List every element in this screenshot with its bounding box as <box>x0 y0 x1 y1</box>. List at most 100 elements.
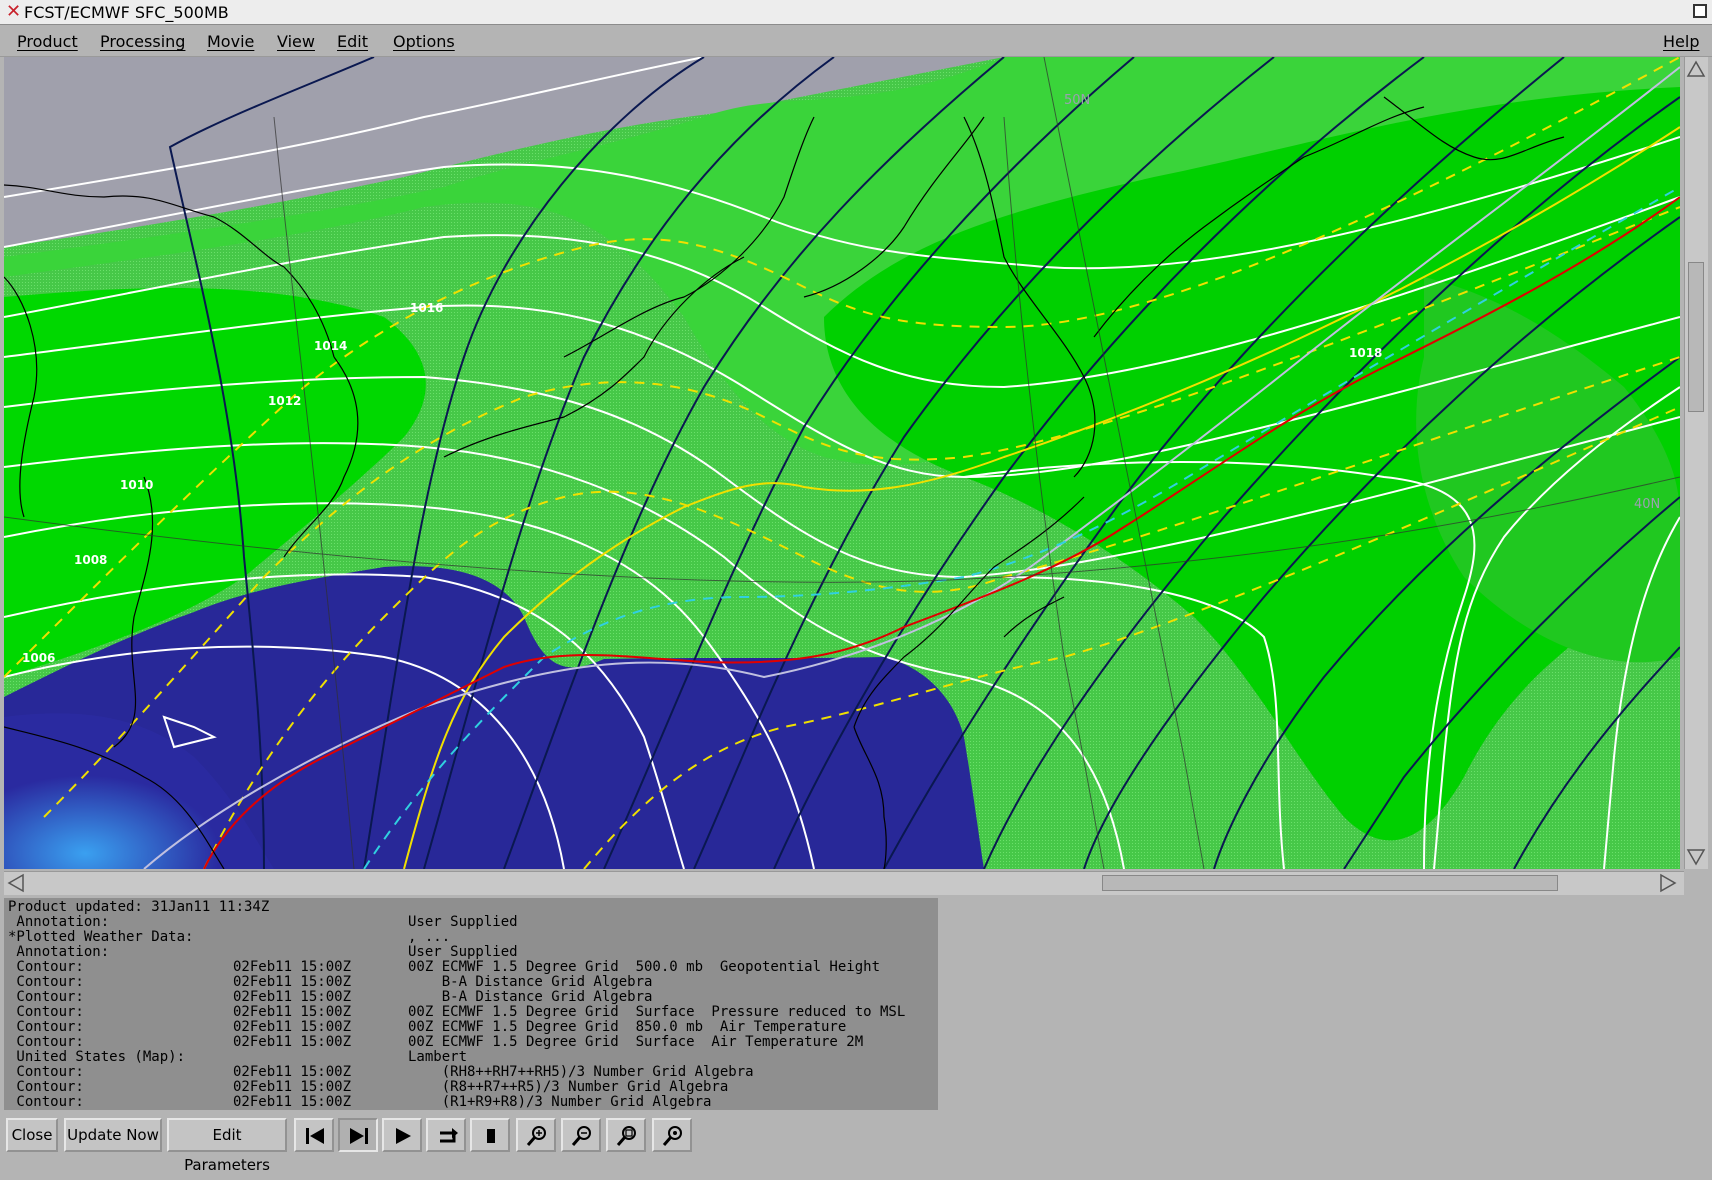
info-label: Annotation: <box>8 944 110 960</box>
menu-bar: Product Processing Movie View Edit Optio… <box>0 25 1712 57</box>
zoom-reset-button[interactable] <box>606 1118 646 1152</box>
info-time: 02Feb11 15:00Z <box>233 974 352 990</box>
info-time: 02Feb11 15:00Z <box>233 1004 352 1020</box>
info-description: 00Z ECMWF 1.5 Degree Grid Surface Pressu… <box>408 1004 906 1020</box>
info-row: Annotation: User Supplied <box>8 915 938 930</box>
info-time: 02Feb11 15:00Z <box>233 1034 352 1050</box>
info-row: United States (Map): Lambert <box>8 1050 938 1065</box>
last-frame-button[interactable] <box>338 1118 378 1152</box>
info-description: (R8++R7++R5)/3 Number Grid Algebra <box>408 1079 729 1095</box>
isobar-label: 1016 <box>410 301 443 315</box>
menu-processing[interactable]: Processing <box>100 32 185 51</box>
info-row: Contour: 02Feb11 15:00Z 00Z ECMWF 1.5 Degr… <box>8 1005 938 1020</box>
info-row: Contour: 02Feb11 15:00Z 00Z ECMWF 1.5 Degr… <box>8 1035 938 1050</box>
isobar-label: 1006 <box>22 651 55 665</box>
menu-movie[interactable]: Movie <box>207 32 254 51</box>
info-label: Contour: <box>8 1064 84 1080</box>
info-label: Contour: <box>8 1034 84 1050</box>
first-frame-button[interactable] <box>294 1118 334 1152</box>
info-row: Annotation: User Supplied <box>8 945 938 960</box>
zoom-full-icon <box>662 1126 682 1146</box>
info-row: Contour: 02Feb11 15:00Z (R8++R7++R5)/3 Nu… <box>8 1080 938 1095</box>
close-button[interactable]: Close <box>6 1118 58 1152</box>
info-description: 00Z ECMWF 1.5 Degree Grid 850.0 mb Air T… <box>408 1019 847 1035</box>
menu-help[interactable]: Help <box>1663 32 1699 51</box>
product-info-panel: Product updated: 31Jan11 11:34Z Annotati… <box>4 898 938 1110</box>
info-description: 00Z ECMWF 1.5 Degree Grid 500.0 mb Geopo… <box>408 959 881 975</box>
play-icon <box>396 1128 411 1144</box>
isobar-label: 1012 <box>268 394 301 408</box>
scroll-up-icon[interactable] <box>1686 59 1706 79</box>
isobar-label: 1010 <box>120 478 153 492</box>
info-description: (RH8++RH7++RH5)/3 Number Grid Algebra <box>408 1064 754 1080</box>
menu-view[interactable]: View <box>277 32 315 51</box>
info-label: Contour: <box>8 989 84 1005</box>
info-row: Contour: 02Feb11 15:00Z (RH8++RH7++RH5)/3… <box>8 1065 938 1080</box>
info-description: Lambert <box>408 1049 468 1065</box>
maximize-button[interactable] <box>1693 4 1707 18</box>
info-label: *Plotted Weather Data: <box>8 929 194 945</box>
scroll-down-icon[interactable] <box>1686 847 1706 867</box>
menu-product[interactable]: Product <box>17 32 78 51</box>
info-description: B-A Distance Grid Algebra <box>408 974 653 990</box>
info-time: 02Feb11 15:00Z <box>233 989 352 1005</box>
info-label: Contour: <box>8 1079 84 1095</box>
play-button[interactable] <box>382 1118 422 1152</box>
scroll-right-icon[interactable] <box>1658 873 1678 893</box>
menu-options[interactable]: Options <box>393 32 455 51</box>
info-label: Annotation: <box>8 914 110 930</box>
zoom-in-icon <box>526 1126 546 1146</box>
info-time: 02Feb11 15:00Z <box>233 1079 352 1095</box>
info-row: Contour: 02Feb11 15:00Z B-A Distance Grid… <box>8 975 938 990</box>
horizontal-scroll-thumb[interactable] <box>1102 875 1558 891</box>
info-label: Contour: <box>8 974 84 990</box>
isobar-label: 1014 <box>314 339 347 353</box>
latitude-label: 40N <box>1634 497 1660 512</box>
info-label: Contour: <box>8 959 84 975</box>
info-row: Contour: 02Feb11 15:00Z B-A Distance Grid… <box>8 990 938 1005</box>
info-row: Contour: 02Feb11 15:00Z 00Z ECMWF 1.5 Degr… <box>8 960 938 975</box>
vertical-scroll-thumb[interactable] <box>1688 262 1704 412</box>
info-description: User Supplied <box>408 944 518 960</box>
toolbar: Close Update Now Edit Parameters <box>0 1113 1712 1174</box>
info-time: 02Feb11 15:00Z <box>233 1019 352 1035</box>
latitude-label: 50N <box>1064 93 1090 108</box>
update-now-button[interactable]: Update Now <box>64 1118 162 1152</box>
scroll-left-icon[interactable] <box>6 873 26 893</box>
product-updated-text: Product updated: 31Jan11 11:34Z <box>8 899 270 915</box>
info-label: United States (Map): <box>8 1049 186 1065</box>
stop-icon <box>487 1129 495 1143</box>
first-frame-icon <box>306 1128 324 1144</box>
stop-button[interactable] <box>470 1118 510 1152</box>
info-description: B-A Distance Grid Algebra <box>408 989 653 1005</box>
info-row: Contour: 02Feb11 15:00Z 00Z ECMWF 1.5 Degr… <box>8 1020 938 1035</box>
info-label: Contour: <box>8 1019 84 1035</box>
zoom-reset-icon <box>616 1126 636 1146</box>
zoom-out-icon <box>571 1126 591 1146</box>
info-time: 02Feb11 15:00Z <box>233 1064 352 1080</box>
window-title: FCST/ECMWF SFC_500MB <box>24 3 229 22</box>
info-time: 02Feb11 15:00Z <box>233 959 352 975</box>
loop-icon <box>440 1128 458 1143</box>
zoom-full-button[interactable] <box>652 1118 692 1152</box>
title-bar: ✕ FCST/ECMWF SFC_500MB <box>0 0 1712 25</box>
info-description: , ... <box>408 929 451 945</box>
zoom-out-button[interactable] <box>561 1118 601 1152</box>
last-frame-icon <box>350 1128 368 1144</box>
info-label: Contour: <box>8 1004 84 1020</box>
isobar-label: 1018 <box>1349 346 1382 360</box>
info-row: *Plotted Weather Data: , ... <box>8 930 938 945</box>
info-label: Contour: <box>8 1094 84 1110</box>
info-row: Contour: 02Feb11 15:00Z (R1+R9+R8)/3 Numb… <box>8 1095 938 1110</box>
info-description: User Supplied <box>408 914 518 930</box>
edit-parameters-button[interactable]: Edit Parameters <box>167 1118 287 1174</box>
app-x-icon[interactable]: ✕ <box>6 2 21 22</box>
horizontal-scrollbar[interactable] <box>4 871 1684 895</box>
vertical-scrollbar[interactable] <box>1684 57 1708 869</box>
info-description: (R1+R9+R8)/3 Number Grid Algebra <box>408 1094 712 1110</box>
loop-button[interactable] <box>426 1118 466 1152</box>
zoom-in-button[interactable] <box>516 1118 556 1152</box>
menu-edit[interactable]: Edit <box>337 32 368 51</box>
weather-map: 1016 1014 1012 1010 1008 1006 1018 40N 5… <box>4 57 1680 869</box>
map-canvas[interactable]: 1016 1014 1012 1010 1008 1006 1018 40N 5… <box>4 57 1680 869</box>
